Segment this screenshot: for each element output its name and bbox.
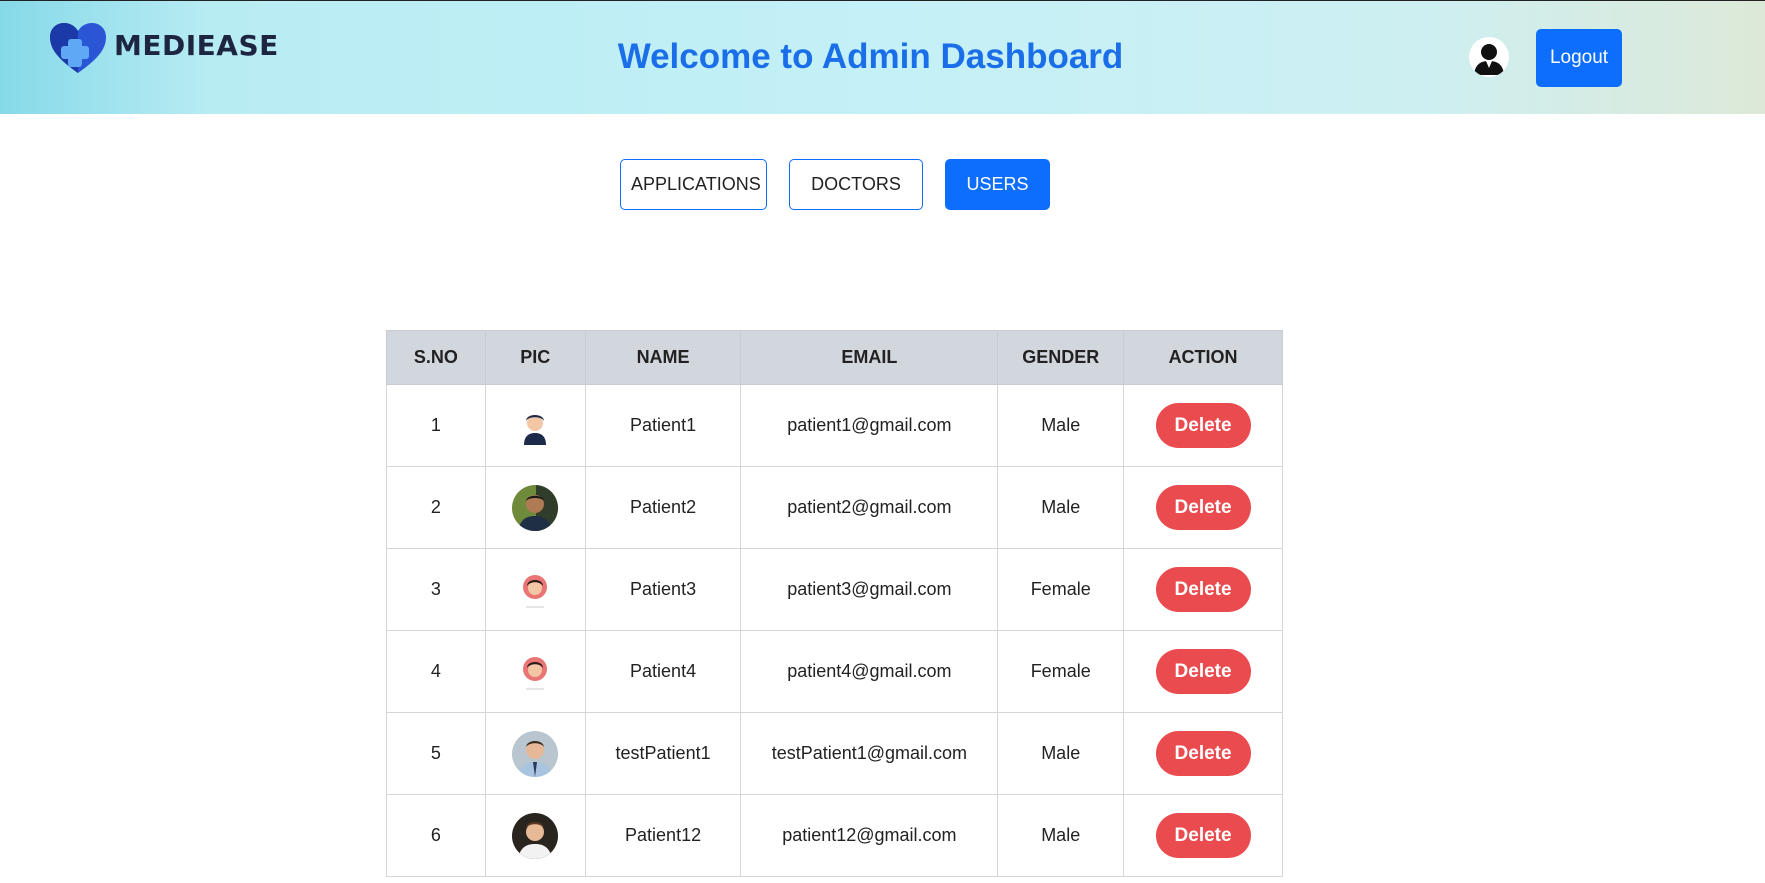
- cell-email: patient12@gmail.com: [740, 794, 999, 877]
- man-photo-avatar-icon: [512, 484, 559, 531]
- tab-bar: APPLICATIONS DOCTORS USERS: [620, 159, 1050, 210]
- column-header-email: EMAIL: [740, 330, 999, 385]
- cell-name: Patient3: [584, 548, 742, 631]
- cell-action: Delete: [1123, 466, 1283, 549]
- cartoon-woman-avatar-icon: [512, 648, 559, 695]
- logout-button[interactable]: Logout: [1536, 29, 1622, 87]
- delete-button[interactable]: Delete: [1155, 731, 1251, 776]
- table-row: 3 Patient3 patient3@gmail.com Female Del…: [386, 548, 1283, 631]
- cell-action: Delete: [1123, 548, 1283, 631]
- cell-action: Delete: [1123, 630, 1283, 713]
- cell-pic: [484, 712, 586, 795]
- cell-sno: 3: [386, 548, 486, 631]
- tab-doctors[interactable]: DOCTORS: [789, 159, 923, 210]
- user-avatar-icon[interactable]: [1469, 37, 1509, 77]
- cell-name: Patient12: [584, 794, 742, 877]
- cell-sno: 4: [386, 630, 486, 713]
- cell-action: Delete: [1123, 712, 1283, 795]
- man-photo-avatar-icon: [512, 812, 559, 859]
- table-row: 6 Patient12 patient12@gmail.com Male Del…: [386, 794, 1283, 877]
- cell-name: Patient2: [584, 466, 742, 549]
- cell-name: Patient1: [584, 384, 742, 467]
- cell-gender: Male: [997, 466, 1125, 549]
- cell-email: patient1@gmail.com: [740, 384, 999, 467]
- users-table: S.NO PIC NAME EMAIL GENDER ACTION 1 Pati…: [386, 330, 1283, 877]
- cell-gender: Male: [997, 794, 1125, 877]
- delete-button[interactable]: Delete: [1155, 567, 1251, 612]
- cell-pic: [484, 630, 586, 713]
- cell-sno: 2: [386, 466, 486, 549]
- cartoon-man-avatar-icon: [512, 402, 559, 449]
- header: MEDIEASE Welcome to Admin Dashboard Logo…: [0, 0, 1765, 114]
- cell-name: testPatient1: [584, 712, 742, 795]
- delete-button[interactable]: Delete: [1155, 403, 1251, 448]
- table-row: 2 Patient2 patient2@gmail.com Male Delet…: [386, 466, 1283, 549]
- cell-action: Delete: [1123, 384, 1283, 467]
- cell-pic: [484, 384, 586, 467]
- cell-email: patient3@gmail.com: [740, 548, 999, 631]
- cell-email: patient4@gmail.com: [740, 630, 999, 713]
- column-header-action: ACTION: [1123, 330, 1283, 385]
- column-header-gender: GENDER: [997, 330, 1125, 385]
- cell-pic: [484, 466, 586, 549]
- man-photo-avatar-icon: [512, 730, 559, 777]
- cell-gender: Male: [997, 712, 1125, 795]
- cell-sno: 5: [386, 712, 486, 795]
- cartoon-woman-avatar-icon: [512, 566, 559, 613]
- cell-pic: [484, 794, 586, 877]
- tab-applications[interactable]: APPLICATIONS: [620, 159, 767, 210]
- cell-sno: 1: [386, 384, 486, 467]
- cell-gender: Male: [997, 384, 1125, 467]
- tab-users[interactable]: USERS: [945, 159, 1050, 210]
- table-header-row: S.NO PIC NAME EMAIL GENDER ACTION: [386, 330, 1283, 385]
- table-row: 4 Patient4 patient4@gmail.com Female Del…: [386, 630, 1283, 713]
- column-header-sno: S.NO: [386, 330, 486, 385]
- cell-gender: Female: [997, 630, 1125, 713]
- table-row: 5 testPatient1 testPatient1@gmail.com Ma…: [386, 712, 1283, 795]
- column-header-pic: PIC: [484, 330, 586, 385]
- cell-email: patient2@gmail.com: [740, 466, 999, 549]
- delete-button[interactable]: Delete: [1155, 813, 1251, 858]
- cell-gender: Female: [997, 548, 1125, 631]
- cell-pic: [484, 548, 586, 631]
- cell-email: testPatient1@gmail.com: [740, 712, 999, 795]
- cell-name: Patient4: [584, 630, 742, 713]
- cell-sno: 6: [386, 794, 486, 877]
- delete-button[interactable]: Delete: [1155, 649, 1251, 694]
- cell-action: Delete: [1123, 794, 1283, 877]
- delete-button[interactable]: Delete: [1155, 485, 1251, 530]
- table-row: 1 Patient1 patient1@gmail.com Male Delet…: [386, 384, 1283, 467]
- column-header-name: NAME: [584, 330, 742, 385]
